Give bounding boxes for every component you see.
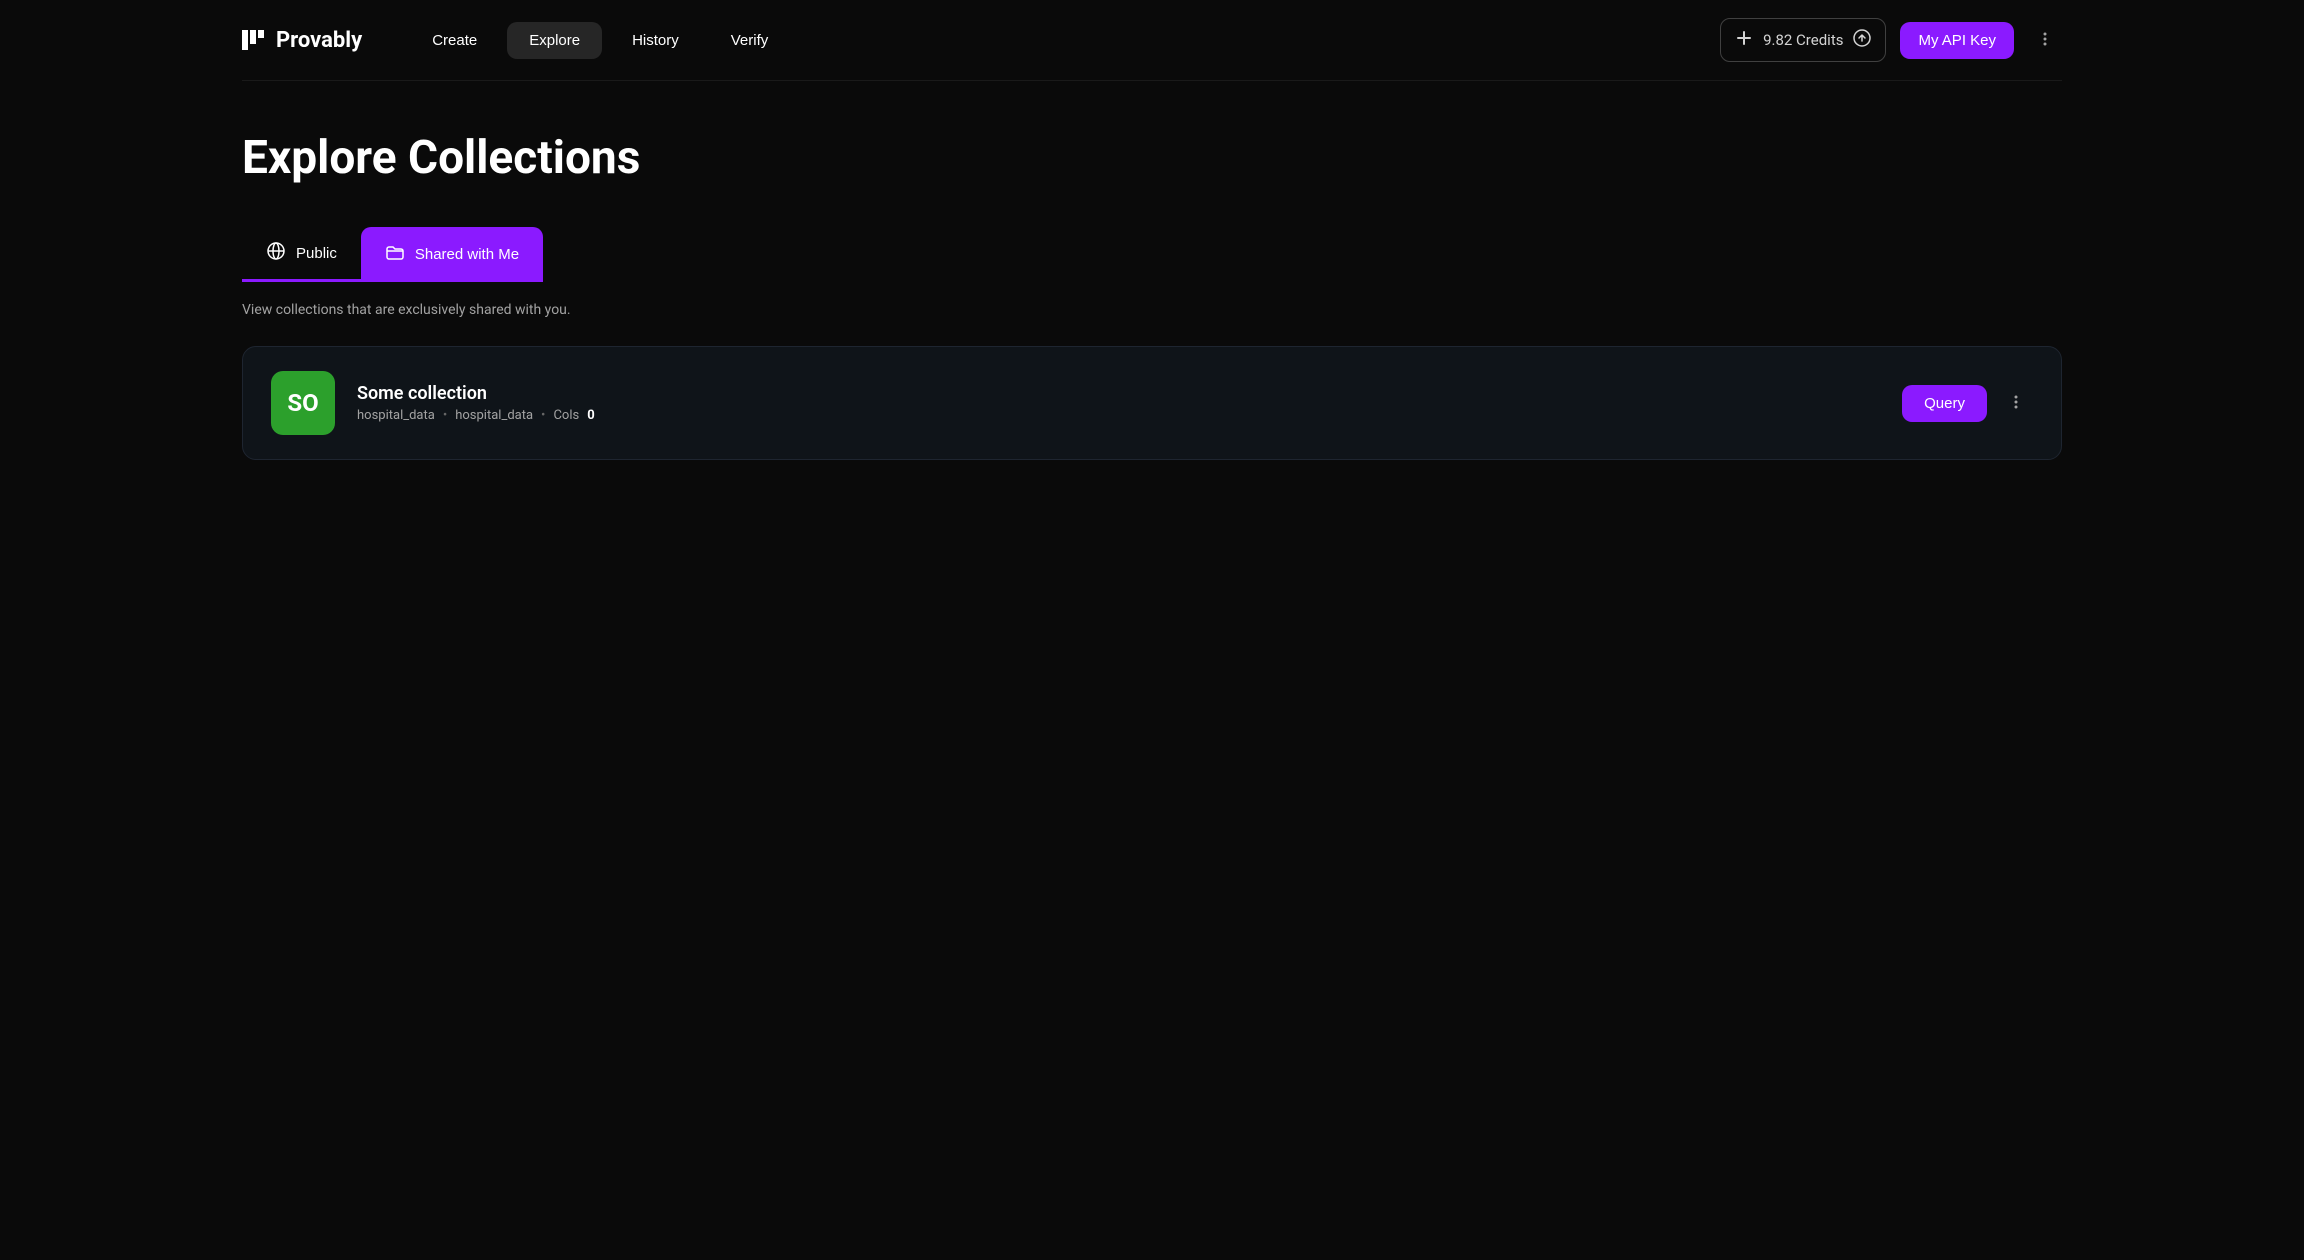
header-left: Provably Create Explore History Verify [242,22,790,59]
nav-verify[interactable]: Verify [709,22,791,59]
tabs-container: Public Shared with Me [242,227,2062,282]
main-nav: Create Explore History Verify [410,22,790,59]
main-content: Explore Collections Public Shared with M… [0,81,2304,510]
credits-text: 9.82 Credits [1763,31,1843,49]
page-title: Explore Collections [242,131,2062,185]
folder-icon [385,243,405,267]
query-button[interactable]: Query [1902,385,1987,422]
plus-icon [1735,29,1753,51]
tab-public-label: Public [296,245,337,262]
meta-separator: • [443,408,447,423]
collection-title: Some collection [357,383,595,404]
collection-avatar: SO [271,371,335,435]
more-vertical-icon [2007,393,2025,414]
credits-pill[interactable]: 9.82 Credits [1720,18,1886,62]
app-header: Provably Create Explore History Verify 9… [242,0,2062,81]
collection-left: SO Some collection hospital_data • hospi… [271,371,595,435]
brand-logo[interactable]: Provably [242,28,362,53]
header-right: 9.82 Credits My API Key [1720,18,2062,62]
nav-create[interactable]: Create [410,22,499,59]
brand-text: Provably [276,28,362,53]
collection-card[interactable]: SO Some collection hospital_data • hospi… [242,346,2062,460]
cols-value: 0 [587,408,594,423]
logo-icon [242,30,268,50]
collection-meta: hospital_data • hospital_data • Cols 0 [357,408,595,423]
header-more-button[interactable] [2028,22,2062,59]
tab-shared[interactable]: Shared with Me [361,227,543,282]
tab-shared-label: Shared with Me [415,246,519,263]
meta-name: hospital_data [455,408,533,423]
nav-history[interactable]: History [610,22,701,59]
arrow-circle-icon [1853,29,1871,51]
tab-public[interactable]: Public [242,227,361,282]
collection-right: Query [1902,385,2033,422]
collection-info: Some collection hospital_data • hospital… [357,383,595,423]
meta-separator: • [541,408,545,423]
api-key-button[interactable]: My API Key [1900,22,2014,59]
meta-owner: hospital_data [357,408,435,423]
cols-label: Cols [553,408,579,423]
more-vertical-icon [2036,30,2054,51]
card-more-button[interactable] [1999,385,2033,422]
nav-explore[interactable]: Explore [507,22,602,59]
globe-icon [266,241,286,265]
tab-description: View collections that are exclusively sh… [242,302,2062,318]
